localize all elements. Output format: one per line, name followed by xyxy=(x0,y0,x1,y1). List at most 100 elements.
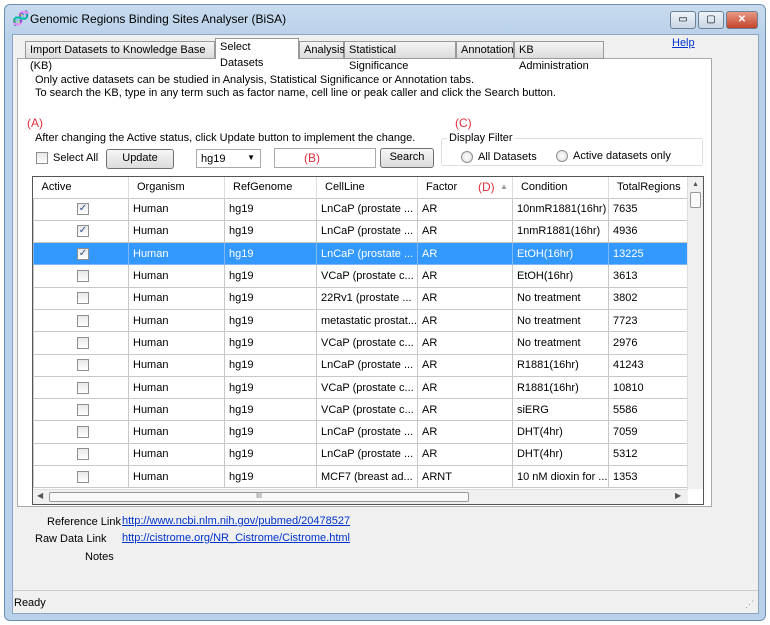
cellline-cell: metastatic prostat... xyxy=(316,308,418,333)
active-checkbox[interactable] xyxy=(77,470,89,483)
condition-cell: EtOH(16hr) xyxy=(511,264,609,288)
active-checkbox[interactable]: ✓ xyxy=(77,225,89,238)
refgenome-cell: hg19 xyxy=(224,375,317,400)
reference-link-label: Reference Link xyxy=(47,516,121,528)
factor-cell: AR xyxy=(416,442,513,467)
help-link[interactable]: Help xyxy=(672,37,695,49)
table-row[interactable]: ✓ Human hg19 LnCaP (prostate ... AR 10nmR1881… xyxy=(33,197,694,221)
active-checkbox[interactable] xyxy=(77,403,89,416)
active-checkbox[interactable] xyxy=(77,336,89,349)
maximize-button[interactable]: ▢ xyxy=(698,11,724,29)
active-cell: ✓ xyxy=(33,197,129,221)
organism-cell: Human xyxy=(128,331,225,355)
table-row[interactable]: Human hg19 VCaP (prostate c... AR No treatme… xyxy=(33,331,694,355)
tab-analysis[interactable]: Analysis xyxy=(299,41,345,59)
col-totalregions[interactable]: TotalRegions xyxy=(608,177,694,198)
tab-statistical-significance[interactable]: Statistical Significance xyxy=(344,41,456,72)
col-condition[interactable]: Condition xyxy=(512,177,609,198)
genome-select[interactable]: hg19 ▼ xyxy=(196,149,261,168)
refgenome-cell: hg19 xyxy=(224,264,317,288)
all-datasets-radio[interactable] xyxy=(461,151,473,163)
table-row[interactable]: ✓ Human hg19 LnCaP (prostate ... AR 1nmR1881(… xyxy=(33,219,694,244)
update-button[interactable]: Update xyxy=(106,149,174,169)
table-row[interactable]: ✓ Human hg19 LnCaP (prostate ... AR EtOH(16hr… xyxy=(33,242,694,266)
totalregions-cell: 7059 xyxy=(607,420,694,444)
factor-cell: AR xyxy=(416,219,513,244)
active-checkbox[interactable]: ✓ xyxy=(77,203,89,216)
window-title: Genomic Regions Binding Sites Analyser (… xyxy=(30,12,287,26)
search-input[interactable] xyxy=(274,148,376,168)
horizontal-scroll-thumb[interactable]: III xyxy=(49,492,469,502)
cellline-cell: LnCaP (prostate ... xyxy=(316,219,418,244)
resize-grip-icon[interactable]: ⋰ xyxy=(745,599,754,610)
factor-cell: AR xyxy=(416,242,513,266)
totalregions-cell: 41243 xyxy=(607,353,694,377)
select-all-checkbox[interactable] xyxy=(36,152,48,164)
col-active[interactable]: Active xyxy=(33,177,129,198)
vertical-scrollbar[interactable]: ▲ xyxy=(687,177,703,489)
minimize-button[interactable]: ▭ xyxy=(670,11,696,29)
active-checkbox[interactable] xyxy=(77,381,89,394)
totalregions-cell: 1353 xyxy=(607,465,694,489)
table-row[interactable]: Human hg19 LnCaP (prostate ... AR DHT(4hr) 53… xyxy=(33,442,694,467)
reference-link[interactable]: http://www.ncbi.nlm.nih.gov/pubmed/20478… xyxy=(122,515,350,527)
active-checkbox[interactable] xyxy=(77,292,89,305)
table-row[interactable]: Human hg19 VCaP (prostate c... AR EtOH(16hr)… xyxy=(33,264,694,288)
table-row[interactable]: Human hg19 MCF7 (breast ad... ARNT 10 nM dio… xyxy=(33,465,694,489)
condition-cell: No treatment xyxy=(511,331,609,355)
table-row[interactable]: Human hg19 VCaP (prostate c... AR R1881(16hr… xyxy=(33,375,694,400)
raw-data-link[interactable]: http://cistrome.org/NR_Cistrome/Cistrome… xyxy=(122,532,350,544)
condition-cell: DHT(4hr) xyxy=(511,420,609,444)
totalregions-cell: 13225 xyxy=(607,242,694,266)
organism-cell: Human xyxy=(128,308,225,333)
active-only-radio[interactable] xyxy=(556,150,568,162)
tab-kb-administration[interactable]: KB Administration xyxy=(514,41,604,72)
active-checkbox[interactable] xyxy=(77,314,89,327)
col-factor[interactable]: Factor (D) ▲ xyxy=(417,177,513,198)
active-cell xyxy=(33,286,129,310)
active-checkbox[interactable] xyxy=(77,426,89,439)
raw-data-link-label: Raw Data Link xyxy=(35,533,107,545)
horizontal-scrollbar[interactable]: ◀ III ▶ xyxy=(33,489,688,504)
dna-logo-icon: 🧬 xyxy=(12,10,30,26)
vertical-scroll-thumb[interactable] xyxy=(690,192,701,208)
table-row[interactable]: Human hg19 LnCaP (prostate ... AR R1881(16hr… xyxy=(33,353,694,377)
cellline-cell: VCaP (prostate c... xyxy=(316,264,418,288)
active-cell xyxy=(33,308,129,333)
search-button[interactable]: Search xyxy=(380,148,434,168)
active-checkbox[interactable] xyxy=(77,359,89,372)
condition-cell: siERG xyxy=(511,398,609,422)
close-button[interactable]: ✕ xyxy=(726,11,758,29)
tab-import[interactable]: Import Datasets to Knowledge Base (KB) xyxy=(25,41,215,72)
refgenome-cell: hg19 xyxy=(224,286,317,310)
organism-cell: Human xyxy=(128,465,225,489)
organism-cell: Human xyxy=(128,442,225,467)
tab-select-datasets[interactable]: Select Datasets xyxy=(215,38,299,69)
organism-cell: Human xyxy=(128,197,225,221)
instruction-line-2: To search the KB, type in any term such … xyxy=(35,87,556,99)
condition-cell: R1881(16hr) xyxy=(511,375,609,400)
sort-ascending-icon: ▲ xyxy=(499,182,508,191)
active-checkbox[interactable]: ✓ xyxy=(77,247,89,260)
organism-cell: Human xyxy=(128,375,225,400)
col-refgenome[interactable]: RefGenome xyxy=(224,177,317,198)
table-row[interactable]: Human hg19 metastatic prostat... AR No treat… xyxy=(33,308,694,333)
scroll-right-icon[interactable]: ▶ xyxy=(675,491,681,500)
annotation-b: (B) xyxy=(304,151,320,165)
totalregions-cell: 7723 xyxy=(607,308,694,333)
active-cell: ✓ xyxy=(33,219,129,244)
scroll-up-icon[interactable]: ▲ xyxy=(688,177,703,188)
organism-cell: Human xyxy=(128,398,225,422)
tab-annotation[interactable]: Annotation xyxy=(456,41,514,59)
table-row[interactable]: Human hg19 22Rv1 (prostate ... AR No treatme… xyxy=(33,286,694,310)
scroll-left-icon[interactable]: ◀ xyxy=(37,491,43,500)
status-bar: Ready ⋰ xyxy=(13,590,758,614)
table-row[interactable]: Human hg19 VCaP (prostate c... AR siERG 5586 xyxy=(33,398,694,422)
active-checkbox[interactable] xyxy=(77,270,89,283)
active-checkbox[interactable] xyxy=(77,448,89,461)
col-organism[interactable]: Organism xyxy=(128,177,225,198)
condition-cell: R1881(16hr) xyxy=(511,353,609,377)
table-row[interactable]: Human hg19 LnCaP (prostate ... AR DHT(4hr) 70… xyxy=(33,420,694,444)
organism-cell: Human xyxy=(128,286,225,310)
col-cellline[interactable]: CellLine xyxy=(316,177,418,198)
